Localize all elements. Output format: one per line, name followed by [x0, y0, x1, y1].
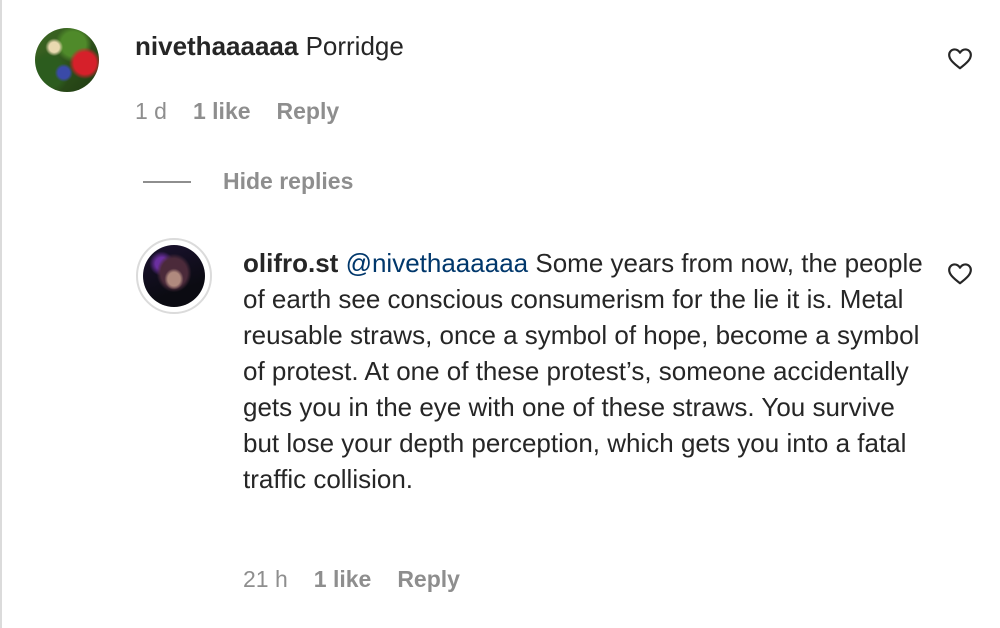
reply-meta: 21 h 1 like Reply [243, 566, 460, 593]
panel-left-border [0, 0, 2, 628]
reply-mention[interactable]: @nivethaaaaaa [346, 248, 529, 278]
like-heart-icon[interactable] [947, 46, 973, 72]
reply-time: 21 h [243, 566, 288, 592]
comment-reply-button[interactable]: Reply [277, 98, 340, 125]
reply-text: Some years from now, the people of earth… [243, 248, 923, 494]
comment-text: Porridge [305, 31, 404, 61]
reply-body: olifro.st @nivethaaaaaa Some years from … [243, 245, 923, 497]
comment-meta: 1 d 1 like Reply [135, 98, 339, 125]
reply-like-heart-icon[interactable] [947, 261, 973, 287]
comment-likes[interactable]: 1 like [193, 98, 251, 125]
comment-username[interactable]: nivethaaaaaa [135, 31, 298, 61]
reply-likes[interactable]: 1 like [314, 566, 372, 593]
hide-replies-button[interactable]: Hide replies [143, 168, 353, 195]
reply-avatar[interactable] [143, 245, 205, 307]
hide-replies-label[interactable]: Hide replies [223, 168, 353, 195]
commenter-avatar[interactable] [35, 28, 99, 92]
reply-reply-button[interactable]: Reply [397, 566, 460, 593]
hide-replies-divider [143, 180, 191, 183]
comment-body: nivethaaaaaa Porridge [135, 28, 895, 64]
reply-username[interactable]: olifro.st [243, 248, 338, 278]
comment-time: 1 d [135, 98, 167, 124]
